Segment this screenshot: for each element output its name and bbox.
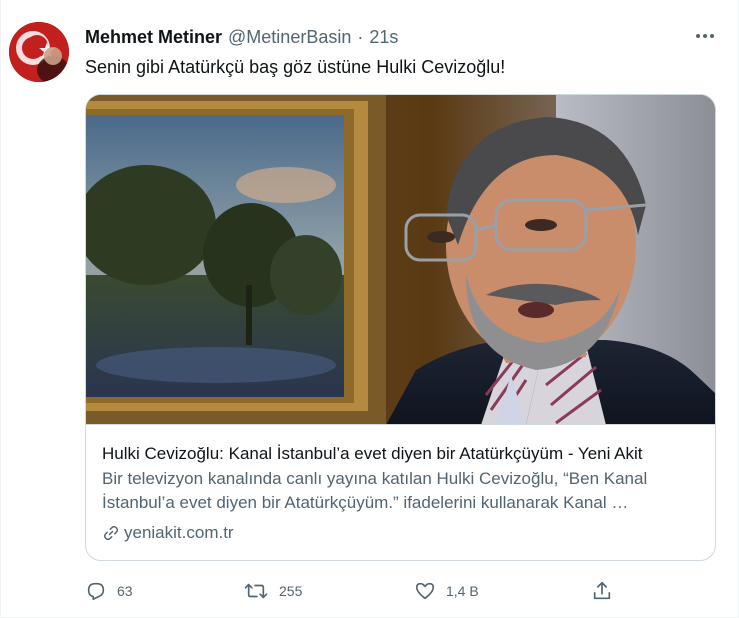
retweet-count: 255 xyxy=(279,583,303,599)
share-button[interactable] xyxy=(591,578,613,604)
card-domain-row: yeniakit.com.tr xyxy=(102,522,234,544)
retweet-icon xyxy=(244,583,268,599)
author-handle[interactable]: @MetinerBasin xyxy=(228,27,351,48)
avatar-image xyxy=(9,22,69,82)
link-icon xyxy=(103,525,119,541)
retweet-button[interactable]: 255 xyxy=(243,578,302,604)
tweet-actions: 63 255 1,4 B xyxy=(85,578,645,604)
reply-count: 63 xyxy=(117,583,133,599)
like-count: 1,4 B xyxy=(446,583,479,599)
heart-icon xyxy=(415,582,435,600)
author-name[interactable]: Mehmet Metiner xyxy=(85,27,222,48)
tweet[interactable]: Mehmet Metiner @MetinerBasin · 21s Senin… xyxy=(0,0,739,618)
tweet-header: Mehmet Metiner @MetinerBasin · 21s xyxy=(85,25,398,49)
card-image[interactable] xyxy=(86,95,715,425)
share-icon xyxy=(593,581,611,600)
card-title: Hulki Cevizoğlu: Kanal İstanbul’a evet d… xyxy=(102,444,643,463)
reply-icon xyxy=(87,582,105,601)
card-domain: yeniakit.com.tr xyxy=(124,523,234,542)
like-button[interactable]: 1,4 B xyxy=(414,578,479,604)
tweet-timestamp[interactable]: 21s xyxy=(369,27,398,48)
card-description: Bir televizyon kanalında canlı yayına ka… xyxy=(102,469,648,512)
link-preview-card[interactable]: Hulki Cevizoğlu: Kanal İstanbul’a evet d… xyxy=(85,94,716,561)
separator-dot: · xyxy=(357,26,364,47)
reply-button[interactable]: 63 xyxy=(85,578,133,604)
avatar[interactable] xyxy=(9,22,69,82)
tweet-text: Senin gibi Atatürkçü baş göz üstüne Hulk… xyxy=(85,57,506,77)
more-horizontal-icon[interactable] xyxy=(691,26,719,46)
